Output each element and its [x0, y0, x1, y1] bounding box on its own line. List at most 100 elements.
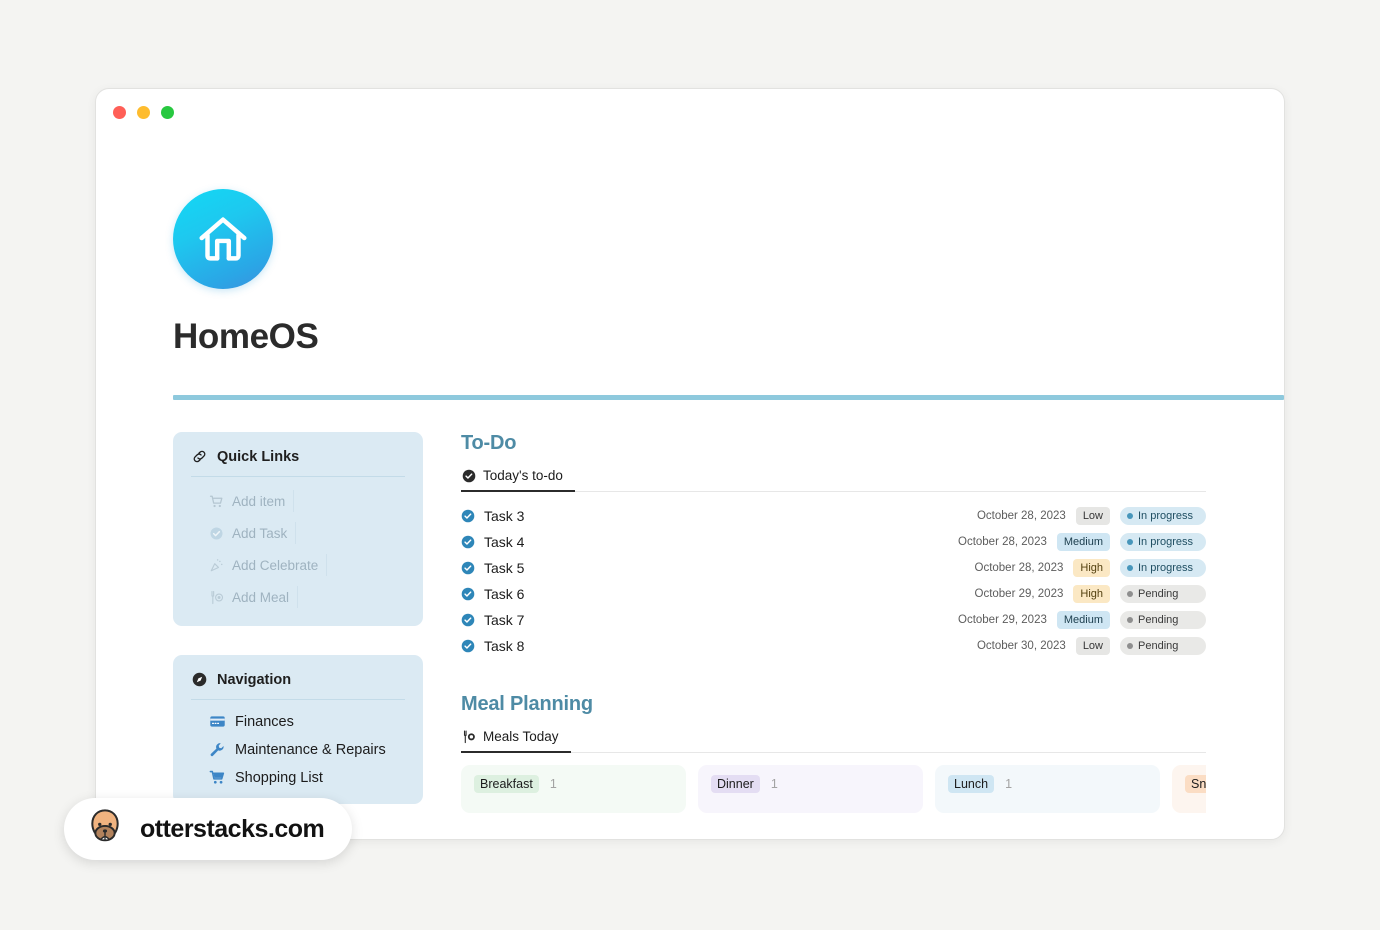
app-window: HomeOS Quick Links Add item Add Task Add…: [95, 88, 1285, 840]
cart-icon: [209, 769, 226, 786]
status-label: In progress: [1138, 561, 1194, 574]
navigation-card: Navigation Finances Maintenance & Repair…: [173, 655, 423, 804]
otter-avatar-icon: [84, 806, 126, 853]
credit-card-icon: [209, 713, 226, 730]
task-date: October 28, 2023: [974, 562, 1064, 574]
window-minimize-button[interactable]: [137, 105, 150, 119]
quick-links-body: Add item Add Task Add Celebrate Add Meal: [191, 477, 405, 608]
sidebar-item-label: Shopping List: [235, 769, 323, 786]
meal-tag: Lunch: [948, 775, 995, 793]
status-label: In progress: [1138, 509, 1194, 522]
status-badge: In progress: [1120, 558, 1206, 578]
quick-link-label: Add Meal: [232, 589, 290, 605]
meal-count: 1: [770, 777, 778, 791]
page-content: HomeOS Quick Links Add item Add Task Add…: [96, 135, 1284, 839]
priority-badge: Low: [1075, 637, 1110, 655]
status-badge: In progress: [1120, 506, 1206, 526]
meal-section-title: Meal Planning: [461, 693, 593, 715]
watermark-badge: otterstacks.com: [64, 798, 353, 860]
table-row[interactable]: Task 5 October 28, 2023 High In progress: [461, 555, 1206, 581]
task-date: October 29, 2023: [974, 588, 1064, 600]
table-row[interactable]: Task 6 October 29, 2023 High Pending: [461, 581, 1206, 607]
quick-link-add-meal[interactable]: Add Meal: [209, 586, 299, 608]
priority-badge: Medium: [1056, 533, 1110, 551]
meal-tabbar: Meals Today: [461, 729, 1206, 753]
status-dot-icon: [1127, 513, 1133, 519]
quick-links-card: Quick Links Add item Add Task Add Celebr…: [173, 432, 423, 626]
sidebar: Quick Links Add item Add Task Add Celebr…: [173, 432, 423, 813]
task-name: Task 7: [484, 612, 525, 628]
quick-link-add-celebrate[interactable]: Add Celebrate: [209, 554, 328, 576]
sidebar-item-finances[interactable]: Finances: [209, 713, 405, 730]
meal-card-snack[interactable]: Snack: [1172, 765, 1206, 813]
navigation-title: Navigation: [217, 671, 292, 688]
window-maximize-button[interactable]: [161, 105, 174, 119]
status-badge: Pending: [1120, 584, 1206, 604]
watermark-text: otterstacks.com: [140, 814, 325, 843]
status-badge: In progress: [1120, 532, 1206, 552]
status-dot-icon: [1127, 539, 1133, 545]
task-date: October 29, 2023: [958, 614, 1047, 626]
meal-card-lunch[interactable]: Lunch 1: [935, 765, 1160, 813]
check-circle-icon[interactable]: [461, 561, 475, 575]
check-circle-icon: [462, 469, 476, 483]
quick-link-add-item[interactable]: Add item: [209, 490, 295, 512]
tab-meals-today[interactable]: Meals Today: [461, 729, 571, 753]
tab-todays-todo[interactable]: Today's to-do: [461, 468, 575, 492]
tab-label: Today's to-do: [483, 468, 563, 483]
meal-count: 1: [549, 777, 557, 791]
navigation-header: Navigation: [191, 671, 405, 700]
wrench-icon: [209, 741, 226, 758]
task-name: Task 3: [484, 508, 525, 524]
check-circle-icon[interactable]: [461, 639, 475, 653]
meal-card-breakfast[interactable]: Breakfast 1: [461, 765, 686, 813]
cart-icon: [209, 494, 224, 509]
brand-block: HomeOS: [96, 135, 1284, 357]
task-name: Task 8: [484, 638, 525, 654]
status-label: Pending: [1138, 613, 1179, 626]
cutlery-icon: [209, 590, 224, 605]
status-label: Pending: [1138, 587, 1179, 600]
table-row[interactable]: Task 8 October 30, 2023 Low Pending: [461, 633, 1206, 659]
meal-card-dinner[interactable]: Dinner 1: [698, 765, 923, 813]
quick-links-title: Quick Links: [217, 448, 300, 465]
sidebar-item-maintenance-repairs[interactable]: Maintenance & Repairs: [209, 741, 405, 758]
status-dot-icon: [1127, 643, 1133, 649]
task-date: October 28, 2023: [958, 536, 1047, 548]
status-dot-icon: [1127, 565, 1133, 571]
status-badge: Pending: [1120, 610, 1206, 630]
quick-link-label: Add item: [232, 493, 286, 509]
sidebar-item-shopping-list[interactable]: Shopping List: [209, 769, 405, 786]
quick-link-add-task[interactable]: Add Task: [209, 522, 297, 544]
table-row[interactable]: Task 7 October 29, 2023 Medium Pending: [461, 607, 1206, 633]
window-close-button[interactable]: [113, 105, 126, 119]
sidebar-item-label: Maintenance & Repairs: [235, 741, 386, 758]
check-circle-icon[interactable]: [461, 587, 475, 601]
quick-link-label: Add Celebrate: [232, 557, 319, 573]
cutlery-icon: [462, 730, 476, 744]
table-row[interactable]: Task 4 October 28, 2023 Medium In progre…: [461, 529, 1206, 555]
status-label: Pending: [1138, 639, 1179, 652]
task-list: Task 3 October 28, 2023 Low In progress: [461, 503, 1206, 659]
navigation-body: Finances Maintenance & Repairs Shopping …: [191, 700, 405, 786]
meal-planning-section: Meal Planning Meals Today Breakfast 1 Di…: [461, 693, 1206, 813]
home-icon: [173, 189, 273, 289]
meal-tag: Dinner: [711, 775, 760, 793]
status-badge: Pending: [1120, 636, 1206, 656]
task-date: October 30, 2023: [976, 640, 1066, 652]
table-row[interactable]: Task 3 October 28, 2023 Low In progress: [461, 503, 1206, 529]
compass-icon: [191, 671, 208, 688]
check-circle-icon[interactable]: [461, 535, 475, 549]
page-title: HomeOS: [173, 317, 319, 356]
meal-count: 1: [1005, 777, 1013, 791]
check-circle-icon[interactable]: [461, 509, 475, 523]
todo-section: To-Do Today's to-do Task 3 October 28, 2…: [461, 432, 1206, 659]
quick-link-label: Add Task: [232, 525, 288, 541]
meal-card-list: Breakfast 1 Dinner 1 Lunch 1 Snack: [461, 765, 1206, 813]
task-name: Task 6: [484, 586, 525, 602]
window-titlebar: [96, 89, 1284, 135]
check-circle-icon[interactable]: [461, 613, 475, 627]
meal-tag: Snack: [1185, 775, 1206, 793]
main-content: To-Do Today's to-do Task 3 October 28, 2…: [461, 432, 1284, 813]
priority-badge: High: [1073, 559, 1110, 577]
